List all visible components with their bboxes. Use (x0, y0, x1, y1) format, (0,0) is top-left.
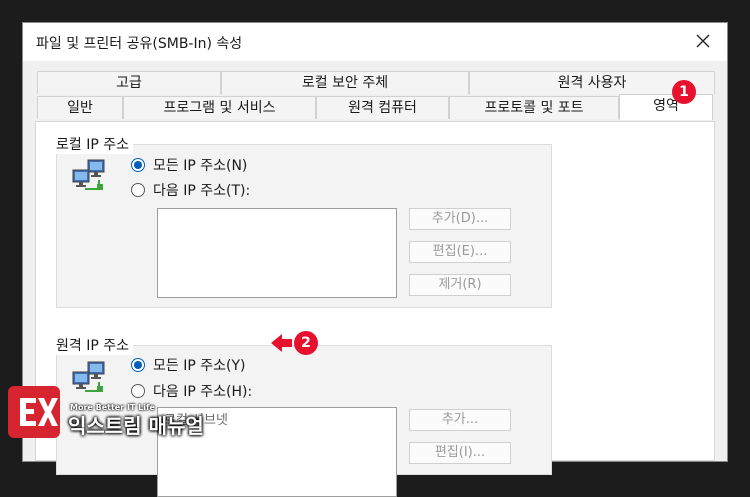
local-these-ip-radio[interactable]: 다음 IP 주소(T): (131, 180, 250, 200)
tab-local-principals[interactable]: 로컬 보안 주체 (221, 71, 469, 94)
remote-add-button[interactable]: 추가... (409, 409, 511, 431)
step-badge-1: 1 (672, 80, 696, 104)
local-any-ip-radio[interactable]: 모든 IP 주소(N) (131, 155, 247, 175)
radio-checked-icon (131, 158, 145, 172)
logo-mark-icon (20, 398, 58, 426)
radio-checked-icon (131, 358, 145, 372)
local-remove-button[interactable]: 제거(R) (409, 274, 511, 296)
local-ip-list[interactable] (157, 208, 397, 298)
network-computers-icon (72, 159, 105, 190)
watermark-name: 익스트림 매뉴얼 (68, 414, 204, 438)
local-ip-group: 로컬 IP 주소 모든 IP 주소(N) 다음 IP 주소(T): 추가(D).… (56, 134, 552, 308)
tab-scope[interactable]: 영역 (619, 94, 713, 120)
window-title: 파일 및 프린터 공유(SMB-In) 속성 (36, 36, 243, 52)
local-any-ip-label: 모든 IP 주소(N) (153, 158, 248, 174)
remote-any-ip-radio[interactable]: 모든 IP 주소(Y) (131, 355, 245, 375)
radio-unchecked-icon (131, 183, 145, 197)
local-these-ip-label: 다음 IP 주소(T): (153, 183, 251, 199)
close-icon[interactable] (691, 29, 715, 53)
step-badge-2: 2 (294, 331, 318, 355)
logo-icon (8, 386, 60, 438)
tab-advanced[interactable]: 고급 (37, 71, 221, 94)
local-add-button[interactable]: 추가(D)... (409, 208, 511, 230)
title-bar: 파일 및 프린터 공유(SMB-In) 속성 (23, 23, 727, 61)
tab-remote-computers[interactable]: 원격 컴퓨터 (316, 96, 449, 119)
local-ip-legend: 로컬 IP 주소 (56, 134, 133, 154)
remote-any-ip-label: 모든 IP 주소(Y) (153, 358, 246, 374)
tab-protocols-ports[interactable]: 프로토콜 및 포트 (449, 96, 619, 119)
site-watermark: More Better IT Life 익스트림 매뉴얼 (8, 386, 238, 442)
remote-ip-legend: 원격 IP 주소 (56, 335, 133, 355)
tab-row-top: 고급 로컬 보안 주체 원격 사용자 (37, 71, 715, 95)
remote-edit-button[interactable]: 편집(I)... (409, 442, 511, 464)
arrow-left-icon (271, 334, 292, 352)
tab-row-bottom: 일반 프로그램 및 서비스 원격 컴퓨터 프로토콜 및 포트 영역 (37, 94, 713, 120)
local-edit-button[interactable]: 편집(E)... (409, 241, 511, 263)
tab-general[interactable]: 일반 (37, 96, 123, 119)
tab-programs-services[interactable]: 프로그램 및 서비스 (123, 96, 316, 119)
